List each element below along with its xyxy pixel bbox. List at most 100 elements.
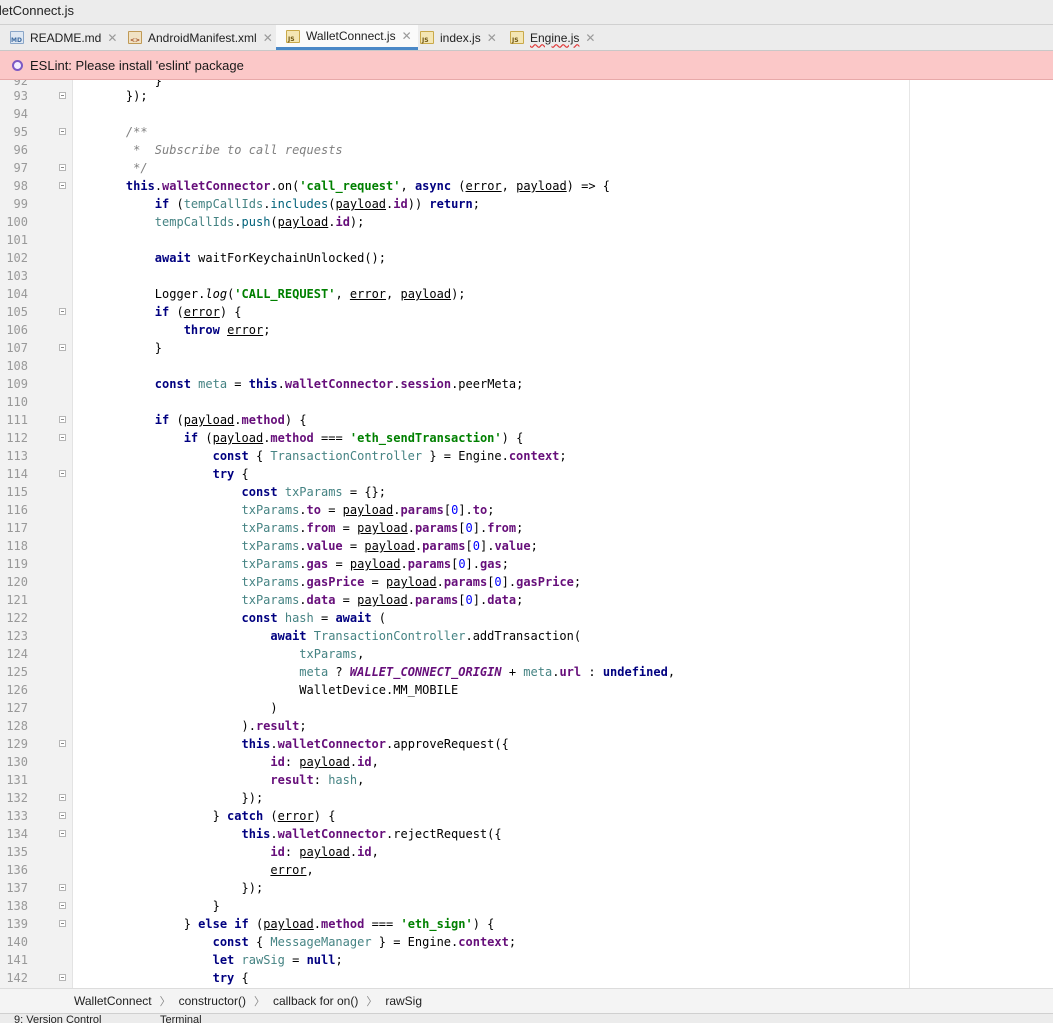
markdown-file-icon	[10, 31, 24, 44]
xml-file-icon	[128, 31, 142, 44]
code-line: 119 txParams.gas = payload.params[0].gas…	[6, 557, 509, 571]
fold-marker-icon[interactable]	[59, 740, 66, 747]
tab-label: WalletConnect.js	[306, 29, 396, 43]
code-line: 101	[6, 233, 28, 247]
code-line: 94	[13, 107, 28, 121]
code-line: 96 * Subscribe to call requests	[13, 143, 343, 157]
breadcrumb: WalletConnect 〉 constructor() 〉 callback…	[0, 988, 1053, 1013]
code-line: 118 txParams.value = payload.params[0].v…	[6, 539, 538, 553]
code-line: 121 txParams.data = payload.params[0].da…	[6, 593, 524, 607]
fold-marker-icon[interactable]	[59, 884, 66, 891]
code-line: 131 result: hash,	[6, 773, 365, 787]
chevron-right-icon: 〉	[366, 996, 378, 1008]
code-line: 127 )	[6, 701, 278, 715]
code-line: 138 }	[6, 899, 220, 913]
right-margin-guide	[909, 80, 910, 988]
breadcrumb-item[interactable]: constructor()	[179, 994, 246, 1008]
fold-marker-icon[interactable]	[59, 128, 66, 135]
fold-marker-icon[interactable]	[59, 794, 66, 801]
tab-readme[interactable]: README.md ✕	[0, 25, 123, 50]
tab-label: AndroidManifest.xml	[148, 30, 257, 45]
code-line: 109 const meta = this.walletConnector.se…	[6, 377, 524, 391]
code-line: 97 */	[13, 161, 148, 175]
code-editor[interactable]: 92 } 93 }); 94 95 /** 96 * Subscribe to …	[0, 80, 1053, 988]
chevron-right-icon: 〉	[159, 996, 171, 1008]
fold-marker-icon[interactable]	[59, 434, 66, 441]
close-icon[interactable]: ✕	[487, 31, 497, 45]
code-line: 123 await TransactionController.addTrans…	[6, 629, 582, 643]
code-line: 124 txParams,	[6, 647, 365, 661]
code-line: 125 meta ? WALLET_CONNECT_ORIGIN + meta.…	[6, 665, 676, 679]
editor-tab-bar: README.md ✕ AndroidManifest.xml ✕ Wallet…	[0, 25, 1053, 51]
code-area[interactable]: 92 } 93 }); 94 95 /** 96 * Subscribe to …	[0, 80, 909, 988]
fold-marker-icon[interactable]	[59, 974, 66, 981]
fold-marker-icon[interactable]	[59, 344, 66, 351]
fold-marker-icon[interactable]	[59, 830, 66, 837]
code-line: 104 Logger.log('CALL_REQUEST', error, pa…	[6, 287, 466, 301]
tab-label: Engine.js	[530, 30, 580, 45]
code-line: 106 throw error;	[6, 323, 271, 337]
close-icon[interactable]: ✕	[107, 31, 117, 45]
fold-marker-icon[interactable]	[59, 164, 66, 171]
close-icon[interactable]: ✕	[263, 31, 273, 45]
code-line: 98 this.walletConnector.on('call_request…	[13, 179, 611, 193]
code-line: 115 const txParams = {};	[6, 485, 387, 499]
fold-marker-icon[interactable]	[59, 470, 66, 477]
breadcrumb-item[interactable]: rawSig	[385, 994, 422, 1008]
tab-label: README.md	[30, 30, 102, 45]
banner-text: ESLint: Please install 'eslint' package	[30, 57, 244, 73]
fold-marker-icon[interactable]	[59, 92, 66, 99]
code-line: 117 txParams.from = payload.params[0].fr…	[6, 521, 524, 535]
tab-androidmanifest[interactable]: AndroidManifest.xml ✕	[118, 25, 279, 50]
code-line: 107 }	[6, 341, 163, 355]
tab-engine[interactable]: Engine.js ✕	[500, 25, 601, 50]
code-line: 108	[6, 359, 28, 373]
code-line: 100 tempCallIds.push(payload.id);	[6, 215, 365, 229]
code-line: 102 await waitForKeychainUnlocked();	[6, 251, 386, 265]
fold-marker-icon[interactable]	[59, 182, 66, 189]
code-line: 137 });	[6, 881, 264, 895]
code-line: 120 txParams.gasPrice = payload.params[0…	[6, 575, 582, 589]
fold-marker-icon[interactable]	[59, 308, 66, 315]
fold-marker-icon[interactable]	[59, 416, 66, 423]
code-line: 111 if (payload.method) {	[6, 413, 307, 427]
eslint-icon	[12, 59, 23, 71]
code-line: 132 });	[6, 791, 264, 805]
code-line: 128 ).result;	[6, 719, 307, 733]
code-line: 93 });	[13, 89, 148, 103]
tab-walletconnect[interactable]: WalletConnect.js ✕	[276, 25, 418, 50]
code-line: 116 txParams.to = payload.params[0].to;	[6, 503, 495, 517]
code-line: 133 } catch (error) {	[6, 809, 336, 823]
code-line: 140 const { MessageManager } = Engine.co…	[6, 935, 517, 949]
js-file-icon	[286, 29, 300, 43]
js-file-icon	[420, 31, 434, 44]
window-title: lletConnect.js	[0, 3, 75, 18]
tab-index[interactable]: index.js ✕	[410, 25, 503, 50]
close-icon[interactable]: ✕	[585, 31, 595, 45]
code-line: 105 if (error) {	[6, 305, 242, 319]
code-line: 141 let rawSig = null;	[6, 953, 343, 967]
code-line: 110	[6, 395, 28, 409]
tab-label: index.js	[440, 30, 481, 45]
fold-marker-icon[interactable]	[59, 902, 66, 909]
code-line: 95 /**	[13, 125, 148, 139]
breadcrumb-item[interactable]: callback for on()	[273, 994, 358, 1008]
code-line: 99 if (tempCallIds.includes(payload.id))…	[13, 197, 480, 211]
fold-marker-icon[interactable]	[59, 920, 66, 927]
code-line: 135 id: payload.id,	[6, 845, 379, 859]
code-line: 136 error,	[6, 863, 314, 877]
eslint-warning-banner: ESLint: Please install 'eslint' package	[0, 51, 1053, 80]
window-title-bar: lletConnect.js	[0, 0, 1053, 25]
js-file-icon	[510, 31, 524, 44]
breadcrumb-item[interactable]: WalletConnect	[74, 994, 152, 1008]
code-line: 129 this.walletConnector.approveRequest(…	[6, 737, 509, 751]
code-line: 139 } else if (payload.method === 'eth_s…	[6, 917, 495, 931]
code-line: 114 try {	[6, 467, 249, 481]
code-line: 113 const { TransactionController } = En…	[6, 449, 567, 463]
code-line: 103	[6, 269, 28, 283]
code-line: 112 if (payload.method === 'eth_sendTran…	[6, 431, 524, 445]
code-line: 130 id: payload.id,	[6, 755, 379, 769]
chevron-right-icon: 〉	[253, 996, 265, 1008]
fold-marker-icon[interactable]	[59, 812, 66, 819]
code-line: 126 WalletDevice.MM_MOBILE	[6, 683, 459, 697]
